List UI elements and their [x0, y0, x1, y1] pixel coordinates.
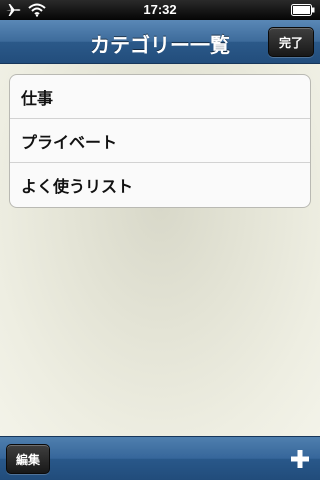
list-item-private[interactable]: プライベート: [10, 119, 310, 163]
content-area: 仕事 プライベート よく使うリスト: [0, 64, 320, 436]
edit-button[interactable]: 編集: [6, 444, 50, 474]
list-item-favorites[interactable]: よく使うリスト: [10, 163, 310, 207]
battery-icon: [291, 4, 315, 16]
list-item-work[interactable]: 仕事: [10, 75, 310, 119]
add-button[interactable]: [286, 445, 314, 473]
status-time: 17:32: [143, 2, 177, 17]
plus-icon: [291, 450, 309, 468]
navigation-bar: カテゴリー一覧 完了: [0, 20, 320, 64]
category-list: 仕事 プライベート よく使うリスト: [9, 74, 311, 208]
bottom-toolbar: 編集: [0, 436, 320, 480]
done-button[interactable]: 完了: [268, 27, 314, 57]
status-bar: 17:32: [0, 0, 320, 20]
